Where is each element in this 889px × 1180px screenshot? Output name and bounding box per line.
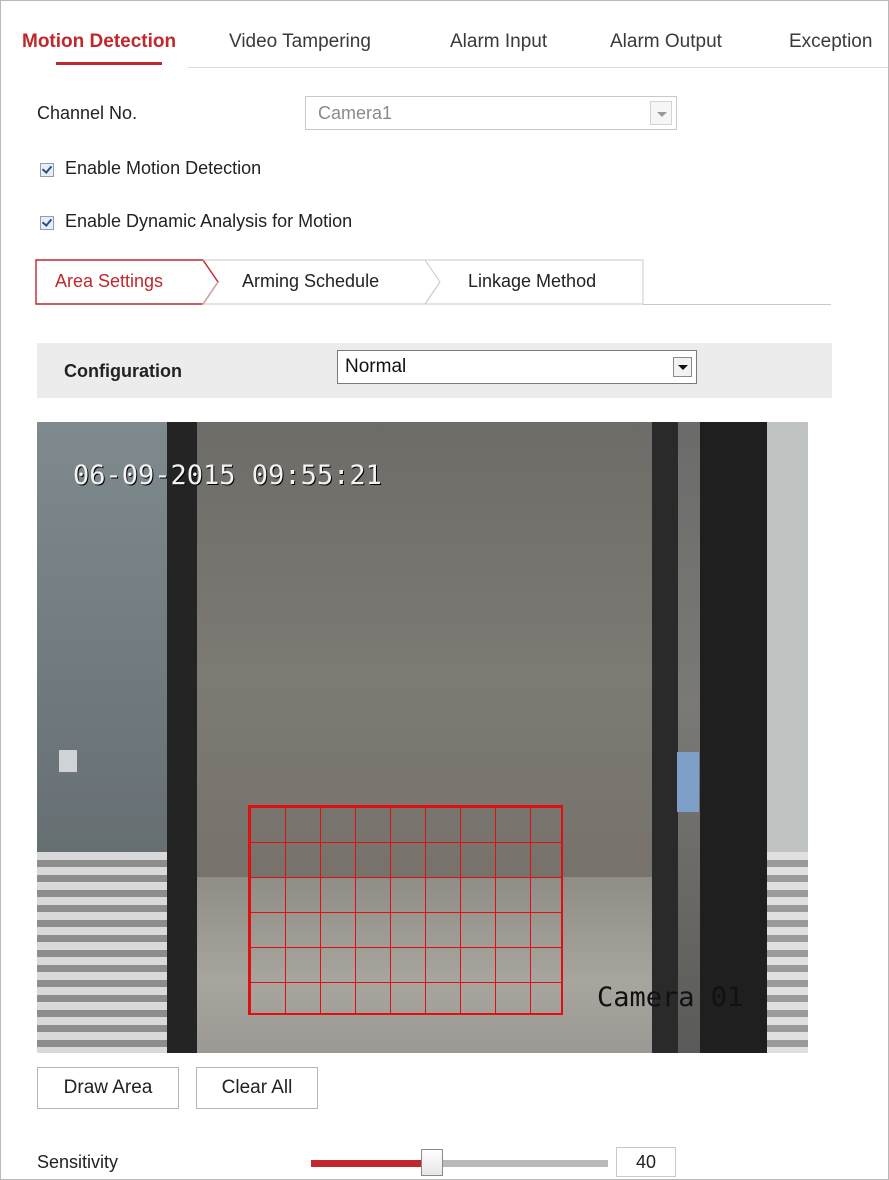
- tab-exception[interactable]: Exception: [789, 31, 872, 53]
- tab-alarm-output[interactable]: Alarm Output: [610, 31, 722, 53]
- tab-area-settings[interactable]: Area Settings: [35, 259, 210, 304]
- dynamic-analysis-label: Enable Dynamic Analysis for Motion: [65, 211, 353, 231]
- video-timestamp: 06-09-2015 09:55:21: [73, 460, 382, 491]
- tab-area-settings-label: Area Settings: [55, 271, 164, 291]
- video-camera-label: Camera 01: [597, 982, 744, 1013]
- dynamic-analysis-checkbox[interactable]: [40, 216, 54, 230]
- tab-alarm-input[interactable]: Alarm Input: [450, 31, 547, 53]
- sub-tab-bar: Area Settings Arming Schedule Linkage Me…: [35, 259, 831, 305]
- video-blinds-left: [37, 852, 167, 1053]
- configuration-select[interactable]: Normal: [337, 350, 697, 384]
- tab-linkage-method-label: Linkage Method: [468, 271, 597, 291]
- video-door-frame: [167, 422, 197, 1053]
- motion-detection-checkbox[interactable]: [40, 163, 54, 177]
- sub-tab-baseline: [643, 304, 831, 305]
- configuration-bar: Configuration Normal: [37, 343, 832, 398]
- sensitivity-value[interactable]: 40: [616, 1147, 676, 1177]
- tab-motion-detection[interactable]: Motion Detection: [22, 31, 176, 53]
- channel-value: Camera1: [318, 103, 393, 123]
- channel-select[interactable]: Camera1: [305, 96, 677, 130]
- configuration-label: Configuration: [64, 361, 182, 381]
- draw-area-button[interactable]: Draw Area: [37, 1067, 179, 1109]
- tab-linkage-method[interactable]: Linkage Method: [443, 259, 643, 304]
- motion-detection-label: Enable Motion Detection: [65, 158, 262, 178]
- chevron-down-icon[interactable]: [650, 101, 672, 125]
- video-door-frame-right: [652, 422, 678, 1053]
- top-tab-bar: Motion Detection Video Tampering Alarm I…: [0, 0, 889, 68]
- clear-all-button[interactable]: Clear All: [196, 1067, 318, 1109]
- sensitivity-label: Sensitivity: [37, 1152, 119, 1172]
- chevron-down-icon[interactable]: [673, 357, 692, 377]
- configuration-value: Normal: [345, 356, 407, 377]
- sensitivity-slider[interactable]: [311, 1149, 608, 1176]
- video-pillar: [700, 422, 767, 1053]
- live-video-view[interactable]: 06-09-2015 09:55:21 Camera 01: [37, 422, 808, 1053]
- slider-handle[interactable]: [421, 1149, 443, 1176]
- slider-fill: [311, 1160, 425, 1167]
- tab-divider: [188, 67, 888, 68]
- tab-arming-schedule[interactable]: Arming Schedule: [220, 259, 430, 304]
- motion-detection-area-grid[interactable]: [248, 805, 563, 1015]
- active-tab-underline: [56, 62, 162, 65]
- tab-video-tampering[interactable]: Video Tampering: [229, 31, 371, 53]
- channel-label: Channel No.: [37, 103, 138, 123]
- video-wall-socket: [59, 750, 77, 772]
- video-door-tag: [677, 752, 699, 812]
- video-blinds-right: [767, 852, 808, 1053]
- tab-arming-schedule-label: Arming Schedule: [242, 271, 380, 291]
